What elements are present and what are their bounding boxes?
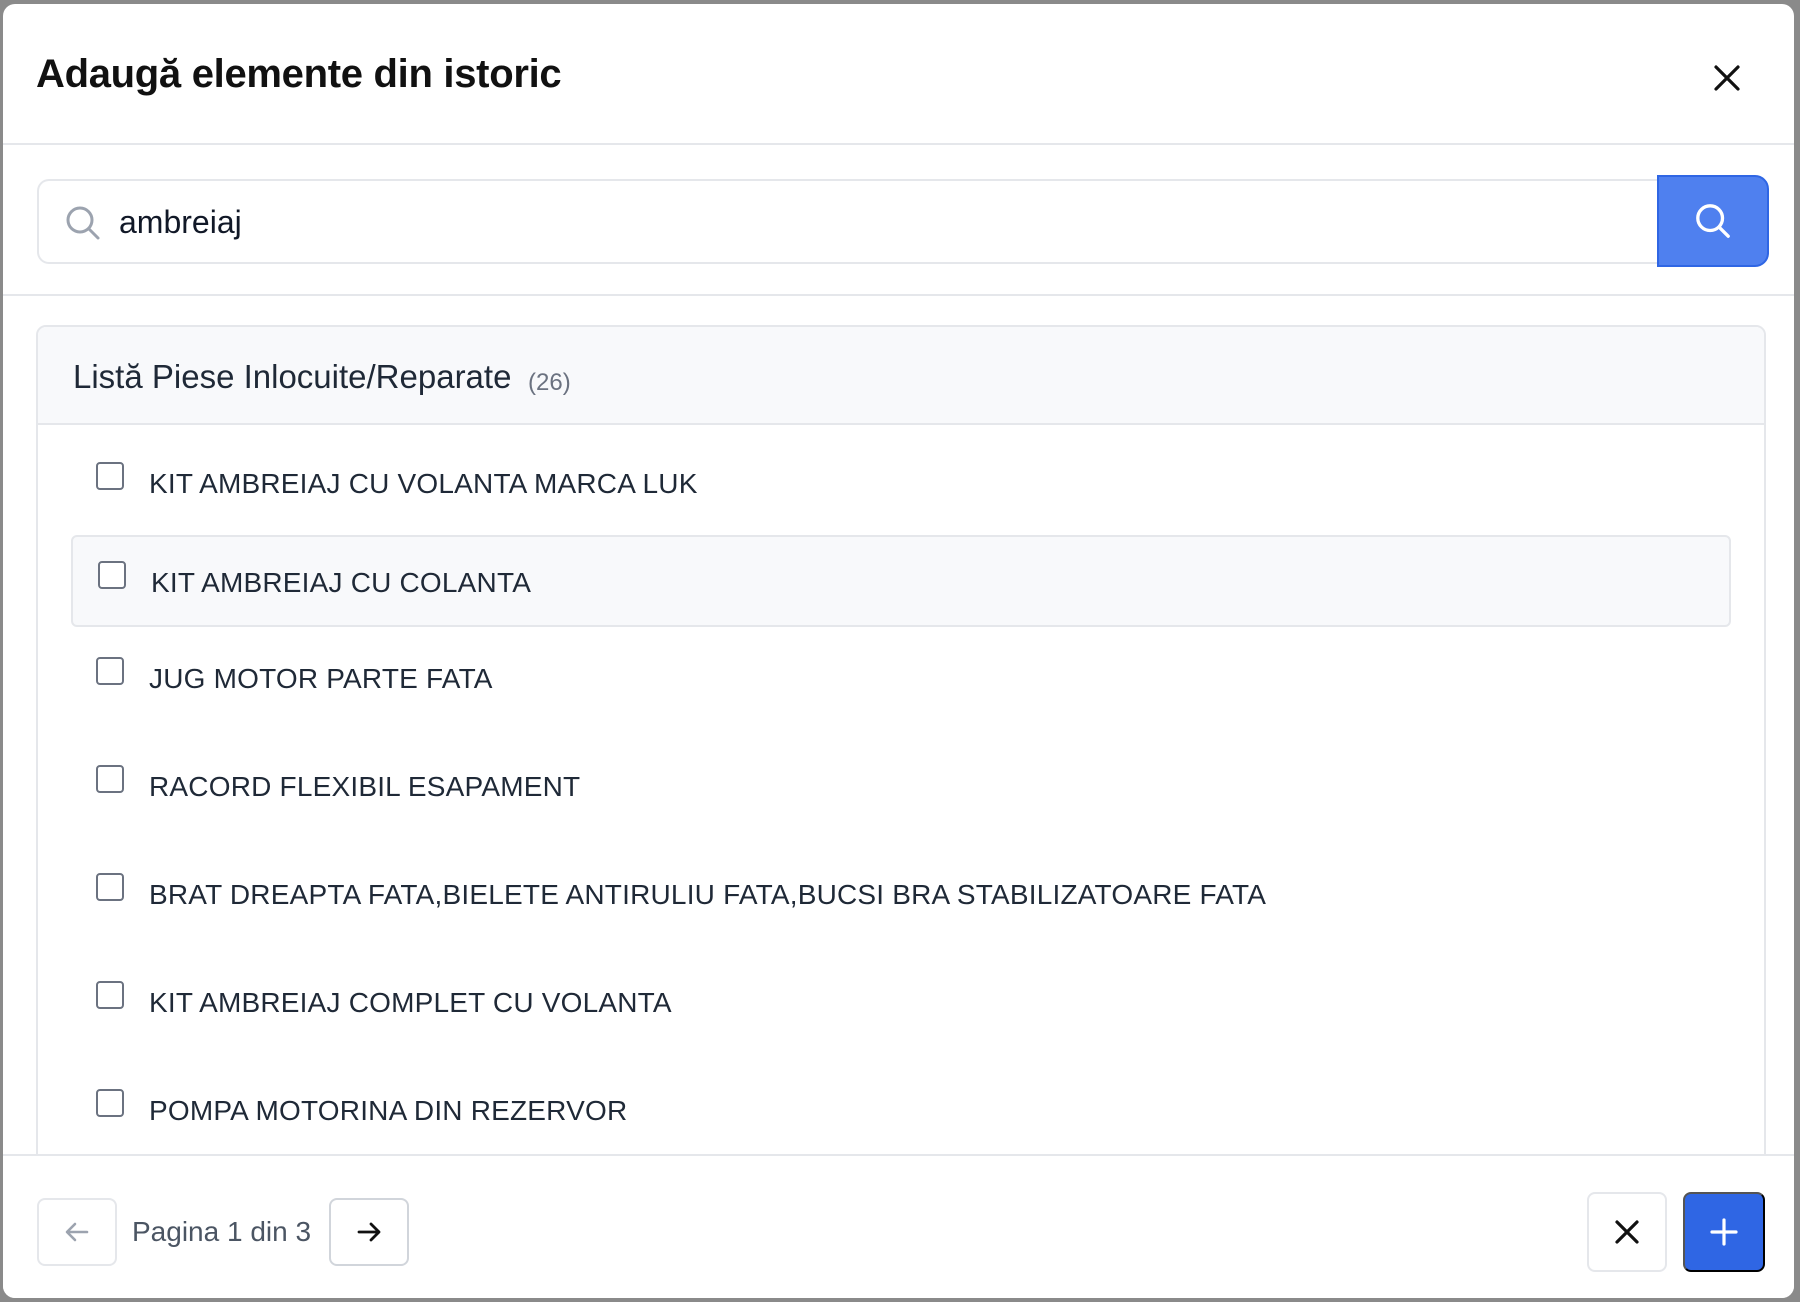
item-checkbox[interactable] bbox=[96, 981, 124, 1009]
previous-page-button[interactable] bbox=[37, 1198, 117, 1266]
pagination-text: Pagina 1 din 3 bbox=[132, 1216, 312, 1247]
item-label: KIT AMBREIAJ CU VOLANTA MARCA LUK bbox=[149, 468, 698, 499]
search-icon bbox=[66, 206, 100, 240]
item-checkbox[interactable] bbox=[96, 657, 124, 685]
search-box bbox=[37, 179, 1662, 264]
list-title: Listă Piese Inlocuite/Reparate bbox=[73, 358, 512, 395]
search-icon bbox=[1696, 204, 1730, 238]
item-checkbox[interactable] bbox=[96, 462, 124, 490]
item-checkbox[interactable] bbox=[98, 561, 126, 589]
item-checkbox[interactable] bbox=[96, 873, 124, 901]
list-item[interactable]: KIT AMBREIAJ CU VOLANTA MARCA LUK bbox=[71, 442, 1731, 534]
add-from-history-dialog: Adaugă elemente din istoric Listă Piese … bbox=[3, 4, 1794, 1298]
arrow-left-icon bbox=[65, 1222, 89, 1242]
list-header: Listă Piese Inlocuite/Reparate (26) bbox=[38, 327, 1764, 425]
list-item[interactable]: JUG MOTOR PARTE FATA bbox=[71, 633, 1731, 725]
dialog-title: Adaugă elemente din istoric bbox=[36, 52, 562, 96]
dialog-header: Adaugă elemente din istoric bbox=[3, 4, 1794, 145]
parts-list-panel: Listă Piese Inlocuite/Reparate (26) KIT … bbox=[36, 325, 1766, 1298]
close-icon bbox=[1615, 1220, 1639, 1244]
list-item[interactable]: POMPA MOTORINA DIN REZERVOR bbox=[71, 1065, 1731, 1157]
search-section bbox=[3, 145, 1794, 296]
close-button[interactable] bbox=[1701, 52, 1753, 104]
list-count: (26) bbox=[528, 369, 571, 396]
add-button[interactable] bbox=[1683, 1192, 1765, 1272]
list-item[interactable]: KIT AMBREIAJ COMPLET CU VOLANTA bbox=[71, 957, 1731, 1049]
arrow-right-icon bbox=[357, 1222, 381, 1242]
item-checkbox[interactable] bbox=[96, 765, 124, 793]
item-label: RACORD FLEXIBIL ESAPAMENT bbox=[149, 771, 581, 802]
item-checkbox[interactable] bbox=[96, 1089, 124, 1117]
item-label: JUG MOTOR PARTE FATA bbox=[149, 663, 493, 694]
list-item[interactable]: KIT AMBREIAJ CU COLANTA bbox=[71, 535, 1731, 627]
close-icon bbox=[1714, 65, 1740, 91]
item-label: BRAT DREAPTA FATA,BIELETE ANTIRULIU FATA… bbox=[149, 879, 1267, 910]
cancel-button[interactable] bbox=[1587, 1192, 1667, 1272]
list-item[interactable]: RACORD FLEXIBIL ESAPAMENT bbox=[71, 741, 1731, 833]
item-label: POMPA MOTORINA DIN REZERVOR bbox=[149, 1095, 628, 1126]
item-label: KIT AMBREIAJ COMPLET CU VOLANTA bbox=[149, 987, 672, 1018]
plus-icon bbox=[1710, 1218, 1738, 1246]
dialog-footer: Pagina 1 din 3 bbox=[3, 1154, 1794, 1298]
search-button[interactable] bbox=[1657, 175, 1769, 267]
search-input[interactable] bbox=[119, 191, 1639, 253]
list-item[interactable]: BRAT DREAPTA FATA,BIELETE ANTIRULIU FATA… bbox=[71, 849, 1731, 941]
item-label: KIT AMBREIAJ CU COLANTA bbox=[151, 567, 532, 598]
next-page-button[interactable] bbox=[329, 1198, 409, 1266]
